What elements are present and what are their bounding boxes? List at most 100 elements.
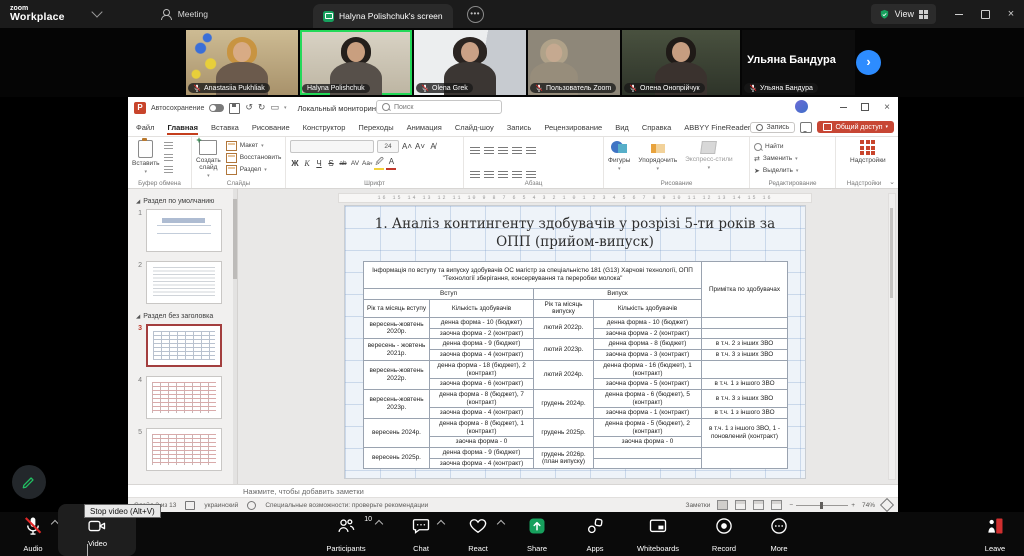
table-cell[interactable]: заочна форма - 1 (контракт): [594, 408, 702, 419]
table-cell[interactable]: Випуск: [534, 289, 702, 300]
layout-button[interactable]: Макет▾: [226, 140, 282, 151]
annotation-pencil-button[interactable]: [12, 465, 46, 499]
table-cell[interactable]: [702, 318, 788, 329]
table-cell[interactable]: заочна форма - 3 (контракт): [594, 350, 702, 361]
zoom-slider-thumb[interactable]: [820, 502, 823, 509]
slide-thumbnail-4[interactable]: [146, 376, 222, 419]
table-cell[interactable]: денна форма - 6 (бюджет), 5 (контракт): [594, 389, 702, 407]
ppt-minimize-button[interactable]: [832, 97, 854, 119]
bullets-icon[interactable]: [470, 147, 480, 155]
slide-section-label[interactable]: ◢Раздел без заголовка: [136, 313, 237, 320]
notes-placeholder[interactable]: Нажмите, чтобы добавить заметки: [128, 484, 898, 497]
toolbar-video-button[interactable]: Video: [62, 512, 132, 556]
bold-button[interactable]: Ж: [290, 158, 300, 170]
video-tile-1[interactable]: Anastasiia Pukhliak: [186, 30, 298, 95]
toolbar-share-button[interactable]: Share: [512, 512, 562, 556]
ribbon-tab-11[interactable]: Справка: [642, 123, 671, 132]
table-cell[interactable]: вересень-жовтень 2023р.: [364, 389, 430, 418]
find-button[interactable]: Найти: [754, 141, 831, 152]
table-cell[interactable]: [702, 448, 788, 469]
account-avatar[interactable]: [795, 100, 808, 113]
normal-view-button[interactable]: [717, 500, 728, 510]
table-cell[interactable]: Примітка по здобувачах: [702, 262, 788, 318]
arrange-button[interactable]: Упорядочить▾: [638, 141, 677, 172]
line-spacing-icon[interactable]: [526, 147, 536, 155]
undo-icon[interactable]: ↺: [245, 104, 253, 113]
table-cell[interactable]: в т.ч. 1 з іншого ЗВО: [702, 408, 788, 419]
video-tile-3[interactable]: Olena Grek: [414, 30, 526, 95]
ppt-restore-button[interactable]: [854, 97, 876, 119]
save-icon[interactable]: [229, 103, 240, 114]
panel-scrollbar[interactable]: [233, 189, 237, 484]
table-cell[interactable]: [594, 458, 702, 469]
view-button[interactable]: View: [871, 4, 936, 24]
text-shadow-button[interactable]: ab: [338, 158, 348, 170]
toolbar-record-button[interactable]: Record: [700, 512, 748, 556]
ribbon-tab-7[interactable]: Слайд-шоу: [455, 123, 494, 132]
clear-format-icon[interactable]: A̸: [428, 141, 438, 153]
reset-slide-button[interactable]: Восстановить: [226, 152, 282, 163]
display-settings-icon[interactable]: [185, 501, 195, 510]
table-cell[interactable]: вересень-жовтень 2020р.: [364, 318, 430, 339]
zoom-slider[interactable]: − +: [789, 502, 855, 509]
numbering-icon[interactable]: [484, 147, 494, 155]
table-cell[interactable]: денна форма - 8 (бюджет): [594, 339, 702, 350]
ribbon-tab-2[interactable]: Вставка: [211, 123, 239, 132]
table-cell[interactable]: заочна форма - 2 (контракт): [430, 328, 534, 339]
shapes-button[interactable]: Фигуры▾: [608, 141, 630, 172]
section-button[interactable]: Раздел▾: [226, 164, 282, 175]
window-close-button[interactable]: ×: [998, 0, 1024, 28]
qat-more-chevron-icon[interactable]: ▾: [284, 105, 287, 111]
next-participants-button[interactable]: ›: [856, 50, 881, 75]
cut-icon[interactable]: [164, 142, 173, 151]
table-cell[interactable]: денна форма - 18 (бюджет), 2 (контракт): [430, 360, 534, 378]
slide-thumbnail-1[interactable]: [146, 209, 222, 252]
ribbon-tab-3[interactable]: Рисование: [252, 123, 290, 132]
slide-canvas[interactable]: 1. Аналіз контингенту здобувачів у розрі…: [345, 206, 805, 478]
editing-scrollbar[interactable]: [888, 193, 896, 480]
record-presentation-button[interactable]: Запись: [750, 122, 795, 133]
toolbar-audio-button[interactable]: Audio: [8, 512, 58, 556]
toolbar-apps-button[interactable]: Apps: [572, 512, 618, 556]
comments-icon[interactable]: [800, 122, 812, 133]
toolbar-whiteboards-button[interactable]: Whiteboards: [622, 512, 694, 556]
autosave-toggle[interactable]: [209, 104, 224, 112]
table-cell[interactable]: грудень 2024р.: [534, 389, 594, 418]
leave-button[interactable]: Leave: [972, 512, 1018, 556]
table-cell[interactable]: в т.ч. 2 з інших ЗВО: [702, 339, 788, 350]
slide-thumbnail-3[interactable]: [146, 324, 222, 367]
ribbon-tab-8[interactable]: Запись: [507, 123, 532, 132]
chevron-up-icon[interactable]: [497, 520, 505, 528]
table-cell[interactable]: заочна форма - 0: [430, 437, 534, 448]
accessibility-status[interactable]: Специальные возможности: проверьте реком…: [265, 502, 428, 509]
format-painter-icon[interactable]: [164, 166, 173, 175]
table-cell[interactable]: в т.ч. 3 з інших ЗВО: [702, 389, 788, 407]
strikethrough-button[interactable]: S: [326, 158, 336, 170]
table-cell[interactable]: заочна форма - 4 (контракт): [430, 458, 534, 469]
toolbar-participants-button[interactable]: 10Participants: [310, 512, 382, 556]
ppt-close-button[interactable]: ×: [876, 97, 898, 119]
change-case-button[interactable]: Aa▾: [362, 158, 372, 170]
table-cell[interactable]: заочна форма - 2 (контракт): [594, 328, 702, 339]
table-cell[interactable]: денна форма - 10 (бюджет): [594, 318, 702, 329]
table-cell[interactable]: вересень - жовтень 2021р.: [364, 339, 430, 360]
ribbon-tab-6[interactable]: Анимация: [407, 123, 442, 132]
ribbon-tab-0[interactable]: Файл: [136, 123, 154, 132]
slide-thumbnail-5[interactable]: [146, 428, 222, 471]
font-color-button[interactable]: А: [386, 156, 396, 170]
font-name-select[interactable]: [290, 140, 374, 153]
slide-sorter-view-button[interactable]: [735, 500, 746, 510]
table-cell[interactable]: в т.ч. 3 з інших ЗВО: [702, 350, 788, 361]
reading-view-button[interactable]: [753, 500, 764, 510]
table-cell[interactable]: денна форма - 8 (бюджет), 7 (контракт): [430, 389, 534, 407]
italic-button[interactable]: К: [302, 158, 312, 170]
paste-button[interactable]: Вставить▾: [132, 140, 160, 175]
slide-title[interactable]: 1. Аналіз контингенту здобувачів у розрі…: [368, 216, 782, 251]
table-cell[interactable]: Рік та місяць випуску: [534, 299, 594, 317]
table-cell[interactable]: денна форма - 9 (бюджет): [430, 448, 534, 459]
table-cell[interactable]: денна форма - 5 (бюджет), 2 (контракт): [594, 418, 702, 436]
slide-thumbnail-2[interactable]: [146, 261, 222, 304]
indent-decrease-icon[interactable]: [498, 147, 508, 155]
table-cell[interactable]: заочна форма - 0: [594, 437, 702, 448]
ribbon-tab-10[interactable]: Вид: [615, 123, 629, 132]
